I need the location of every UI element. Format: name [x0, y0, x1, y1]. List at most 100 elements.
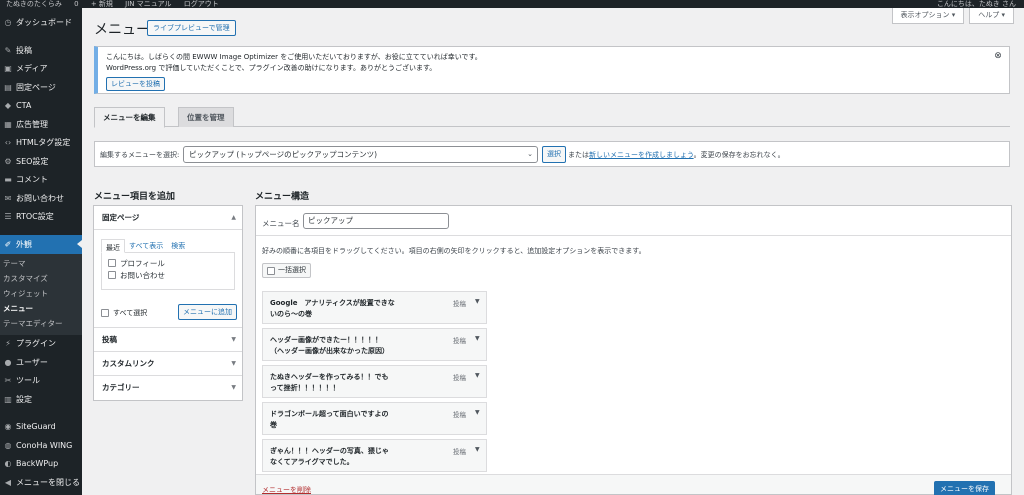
accordion-section-title: 投稿 [102, 335, 117, 344]
admin-bar-logout[interactable]: ログアウト [184, 0, 219, 8]
dismiss-icon[interactable]: ⊗ [993, 51, 1003, 61]
submenu-themes[interactable]: テーマ [0, 256, 82, 271]
menu-select-value: ピックアップ (トップページのピックアップコンテンツ) [189, 150, 378, 159]
live-preview-button[interactable]: ライブプレビューで管理 [147, 20, 236, 36]
accordion-custom-links-header[interactable]: カスタムリンク ▼ [94, 352, 242, 376]
menu-item-row[interactable]: ヘッダー画像ができたー！！！！！（ヘッダー画像が出来なかった原因） 投稿 ▼ [262, 328, 487, 361]
select-all-checkbox[interactable]: すべて選択 [101, 308, 147, 318]
menu-item-title: Google アナリティクスが設置できないのら〜の巻 [270, 299, 395, 318]
admin-bar-site-name[interactable]: たぬきのたくらみ [6, 0, 62, 8]
code-icon: ‹› [4, 138, 12, 148]
ewww-review-notice: こんにちは。しばらくの間 EWWW Image Optimizer をご使用いた… [94, 46, 1010, 94]
create-menu-text: または新しいメニューを作成しましょう。変更の保存をお忘れなく。 [568, 150, 785, 160]
sidebar-item-conoha[interactable]: ◍ ConoHa WING [0, 436, 82, 455]
tab-view-all[interactable]: すべて表示 [125, 238, 167, 252]
sidebar-item-media[interactable]: ▣ メディア [0, 60, 82, 79]
add-to-menu-button[interactable]: メニューに追加 [178, 304, 237, 320]
sidebar-item-mail[interactable]: ✉ お問い合わせ [0, 189, 82, 208]
caret-down-icon[interactable]: ▼ [475, 298, 480, 305]
sidebar-item-plugin[interactable]: ⚡ プラグイン [0, 335, 82, 354]
sidebar-item-user[interactable]: ● ユーザー [0, 353, 82, 372]
checkbox[interactable] [108, 271, 116, 279]
menu-select-dropdown[interactable]: ピックアップ (トップページのピックアップコンテンツ) ⌄ [183, 146, 538, 163]
caret-down-icon[interactable]: ▼ [475, 335, 480, 342]
tab-most-recent[interactable]: 最近 [101, 239, 125, 253]
submenu-menus[interactable]: メニュー [0, 301, 82, 316]
menu-item-row[interactable]: ドラゴンボール超って面白いですよの巻 投稿 ▼ [262, 402, 487, 435]
accordion-categories-header[interactable]: カテゴリー ▼ [94, 376, 242, 400]
menu-name-input[interactable]: ピックアップ [303, 213, 449, 229]
tab-edit-menus[interactable]: メニューを編集 [94, 107, 165, 128]
sidebar-collapse-menu[interactable]: ◀ メニューを閉じる [0, 473, 82, 492]
sidebar-item-tool[interactable]: ✂ ツール [0, 372, 82, 391]
create-new-menu-link[interactable]: 新しいメニューを作成しましょう [589, 151, 694, 159]
sidebar-item-label: HTMLタグ設定 [16, 138, 71, 148]
comment-icon: ▬ [4, 175, 12, 185]
save-menu-button[interactable]: メニューを保存 [934, 481, 995, 495]
sidebar-item-cta[interactable]: ◆ CTA [0, 97, 82, 116]
checkbox[interactable] [108, 259, 116, 267]
sidebar-item-label: ConoHa WING [16, 440, 73, 450]
admin-bar: たぬきのたくらみ 0 + 新規 JIN マニュアル ログアウト こんにちは、たぬ… [0, 0, 1024, 8]
accordion-posts-header[interactable]: 投稿 ▼ [94, 328, 242, 352]
admin-bar-updates[interactable]: 0 [74, 0, 78, 8]
sidebar-item-siteguard[interactable]: ◉ SiteGuard [0, 418, 82, 437]
submenu-widgets[interactable]: ウィジェット [0, 286, 82, 301]
menu-item-row[interactable]: ぎゃん！！！ヘッダーの写真、猥じゃなくてアライグマでした。 投稿 ▼ [262, 439, 487, 472]
menu-item-type: 投稿 [453, 337, 466, 345]
submenu-theme-editor[interactable]: テーマエディター [0, 316, 82, 331]
pages-checklist: プロフィール お問い合わせ [101, 252, 235, 290]
sidebar-item-label: 投稿 [16, 45, 32, 55]
sidebar-item-list[interactable]: ☰ RTOC設定 [0, 208, 82, 227]
submenu-customize[interactable]: カスタマイズ [0, 271, 82, 286]
sidebar-item-pin[interactable]: ✎ 投稿 [0, 41, 82, 60]
delete-menu-link[interactable]: メニューを削除 [262, 485, 311, 495]
admin-bar-new[interactable]: + 新規 [91, 0, 113, 8]
caret-up-icon: ▲ [231, 214, 236, 221]
drag-instructions: 好みの順番に各項目をドラッグしてください。項目の右側の矢印をクリックすると、追加… [262, 247, 646, 255]
tab-manage-locations[interactable]: 位置を管理 [178, 107, 234, 127]
page-checkbox-profile[interactable]: プロフィール [108, 257, 228, 269]
menu-name-label: メニュー名 [262, 219, 300, 228]
accordion-pages-header[interactable]: 固定ページ ▲ [94, 206, 242, 230]
sidebar-item-ads[interactable]: ▦ 広告管理 [0, 115, 82, 134]
sidebar-item-dashboard[interactable]: ◷ ダッシュボード [0, 12, 82, 32]
sidebar-group-content: ✎ 投稿 ▣ メディア ▤ 固定ページ ◆ CTA ▦ 広告管理 ‹› HTMLタグ設定 ⚙ SEO設定 ▬… [0, 41, 82, 226]
bulk-select-label: 一括選択 [278, 266, 306, 274]
sidebar-item-code[interactable]: ‹› HTMLタグ設定 [0, 134, 82, 153]
select-menu-label: 編集するメニューを選択: [100, 151, 180, 159]
page-checkbox-contact[interactable]: お問い合わせ [108, 269, 228, 281]
sidebar-separator [0, 409, 82, 418]
sidebar-item-label: ユーザー [16, 357, 48, 367]
caret-down-icon[interactable]: ▼ [475, 446, 480, 453]
help-toggle[interactable]: ヘルプ ▾ [969, 8, 1014, 24]
sidebar-item-label: プラグイン [16, 339, 56, 349]
caret-down-icon: ▼ [231, 360, 236, 367]
bulk-select-button[interactable]: 一括選択 [262, 263, 311, 278]
sidebar-item-backwpup[interactable]: ◐ BackWPup [0, 455, 82, 474]
sidebar-item-appearance[interactable]: ✐ 外観 [0, 235, 82, 254]
admin-bar-greeting[interactable]: こんにちは、たぬき さん [937, 0, 1016, 8]
sidebar-item-gear[interactable]: ⚙ SEO設定 [0, 152, 82, 171]
notice-line-2: WordPress.org で評価していただくことで、プラグイン改善の助けになり… [106, 64, 437, 72]
screen-options-toggle[interactable]: 表示オプション ▾ [891, 8, 965, 24]
admin-bar-left: たぬきのたくらみ 0 + 新規 JIN マニュアル ログアウト [6, 0, 229, 8]
tab-search[interactable]: 検索 [167, 238, 189, 252]
menu-item-row[interactable]: Google アナリティクスが設置できないのら〜の巻 投稿 ▼ [262, 291, 487, 324]
notice-line-1: こんにちは。しばらくの間 EWWW Image Optimizer をご使用いた… [106, 53, 482, 61]
sidebar-item-comment[interactable]: ▬ コメント [0, 171, 82, 190]
select-menu-button[interactable]: 選択 [542, 146, 566, 163]
sidebar-item-settings[interactable]: ▥ 設定 [0, 390, 82, 409]
sidebar-item-label: BackWPup [16, 459, 59, 469]
menu-nav-tabs: メニューを編集 位置を管理 [94, 107, 1010, 128]
admin-bar-manual[interactable]: JIN マニュアル [125, 0, 171, 8]
checkbox [267, 266, 275, 275]
menu-item-row[interactable]: たぬきヘッダーを作ってみる！！でもって挫折！！！！！！ 投稿 ▼ [262, 365, 487, 398]
settings-icon: ▥ [4, 394, 12, 404]
menu-item-type: 投稿 [453, 374, 466, 382]
checkbox[interactable] [101, 309, 109, 317]
post-review-button[interactable]: レビューを投稿 [106, 77, 165, 91]
caret-down-icon[interactable]: ▼ [475, 372, 480, 379]
caret-down-icon[interactable]: ▼ [475, 409, 480, 416]
sidebar-item-page[interactable]: ▤ 固定ページ [0, 78, 82, 97]
